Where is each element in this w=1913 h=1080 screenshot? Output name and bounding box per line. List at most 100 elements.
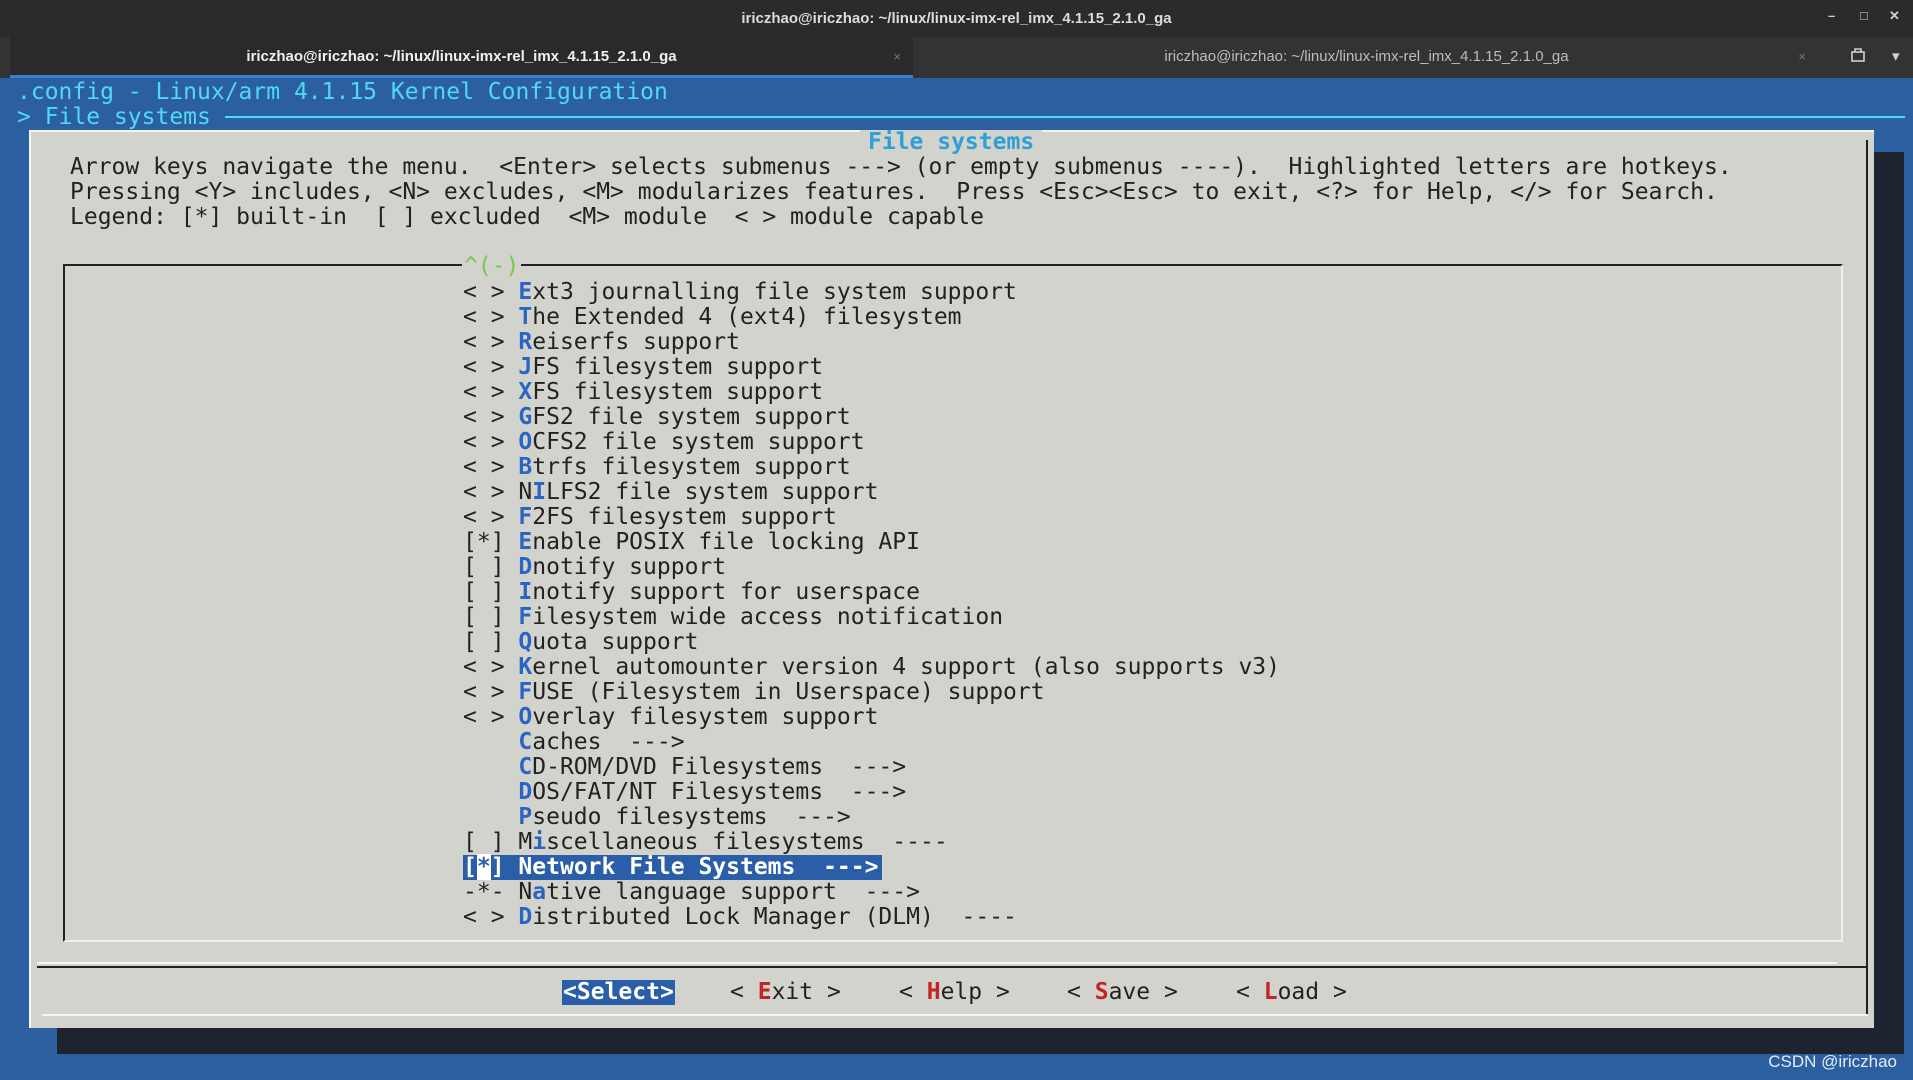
menu-item-hotkey: Q (518, 629, 533, 655)
minimize-icon[interactable]: – (1828, 8, 1835, 23)
menu-item-text: N (518, 479, 533, 505)
menu-item[interactable]: < > NILFS2 file system support (463, 480, 878, 505)
menu-item-prefix: < > (463, 904, 519, 930)
menu-item-hotkey: G (518, 404, 533, 430)
menu-item-hotkey: O (518, 704, 533, 730)
select-button[interactable]: <Select> (562, 980, 675, 1005)
menu-item-hotkey: R (518, 329, 533, 355)
menu-item-text: N (518, 879, 533, 905)
dialog-bottom-edge (42, 1014, 1868, 1016)
menu-item[interactable]: < > Btrfs filesystem support (463, 455, 851, 480)
menu-item-hotkey: E (518, 279, 533, 305)
menu-item-prefix: < > (463, 354, 519, 380)
dialog-border (1866, 140, 1868, 1016)
button-close: > (1319, 979, 1347, 1005)
menu-item-label: seudo filesystems ---> (532, 804, 851, 830)
menu-item-prefix: < > (463, 454, 519, 480)
menu-item-hotkey: X (518, 379, 533, 405)
menu-item[interactable]: [ ] Quota support (463, 630, 698, 655)
text-cursor: * (476, 854, 491, 880)
tab-terminal-1[interactable]: iriczhao@iriczhao: ~/linux/linux-imx-rel… (10, 37, 913, 78)
help-button[interactable]: < Help > (899, 980, 1010, 1005)
button-open: < (899, 979, 927, 1005)
exit-button[interactable]: < Exit > (730, 980, 841, 1005)
save-button[interactable]: < Save > (1067, 980, 1178, 1005)
menu-item-label: ilesystem wide access notification (532, 604, 1004, 630)
menu-item-label: LFS2 file system support (546, 479, 879, 505)
button-hk: H (926, 979, 941, 1005)
menu-item[interactable]: < > Overlay filesystem support (463, 705, 878, 730)
menu-item[interactable]: -*- Native language support ---> (463, 880, 920, 905)
tab-bar: iriczhao@iriczhao: ~/linux/linux-imx-rel… (0, 37, 1913, 78)
breadcrumb: > File systems (17, 104, 211, 130)
button-close: > (982, 979, 1010, 1005)
menu-item[interactable]: [*] Enable POSIX file locking API (463, 530, 920, 555)
maximize-icon[interactable]: □ (1860, 8, 1868, 23)
menu-item[interactable]: < > Ext3 journalling file system support (463, 280, 1017, 305)
new-tab-icon[interactable] (1850, 47, 1866, 67)
menu-item[interactable]: < > JFS filesystem support (463, 355, 823, 380)
menu-item-label: verlay filesystem support (532, 704, 879, 730)
tab-close-icon[interactable]: × (1798, 49, 1806, 64)
menu-item[interactable]: Pseudo filesystems ---> (463, 804, 851, 830)
menu-item-prefix: ] (490, 854, 519, 880)
menu-item-prefix (463, 729, 518, 755)
menu-item[interactable]: CD-ROM/DVD Filesystems ---> (463, 755, 906, 780)
menu-item-label: eiserfs support (532, 329, 740, 355)
menu-item-prefix: < > (463, 279, 519, 305)
tab-menu-icon[interactable]: ▾ (1892, 47, 1900, 65)
menu-item-prefix: [*] (463, 854, 518, 880)
menu-item-prefix: < > (463, 379, 519, 405)
menu-item-hotkey: T (518, 304, 533, 330)
close-icon[interactable]: ✕ (1889, 8, 1900, 24)
button-close: > (1150, 979, 1178, 1005)
menu-item[interactable]: Caches ---> (463, 729, 684, 755)
menu-item[interactable]: < > Reiserfs support (463, 330, 740, 355)
menu-item-hotkey: I (532, 479, 547, 505)
config-header: .config - Linux/arm 4.1.15 Kernel Config… (17, 79, 668, 105)
menu-item-prefix: < > (463, 654, 519, 680)
menu-item-hotkey: O (518, 429, 533, 455)
menu-item-hotkey: D (518, 904, 533, 930)
menu-item-label: istributed Lock Manager (DLM) ---- (532, 904, 1017, 930)
scroll-indicator[interactable]: ^(-) (462, 254, 522, 279)
menu-item[interactable]: < > FUSE (Filesystem in Userspace) suppo… (463, 680, 1045, 705)
menu-item[interactable]: < > The Extended 4 (ext4) filesystem (463, 305, 962, 330)
breadcrumb-rule (225, 116, 1905, 118)
menu-item-label: notify support (532, 554, 727, 580)
menu-item[interactable]: < > Kernel automounter version 4 support… (463, 655, 1280, 680)
menu-item[interactable]: < > XFS filesystem support (463, 380, 823, 405)
menu-item[interactable]: < > GFS2 file system support (463, 405, 851, 430)
menu-item-label: USE (Filesystem in Userspace) support (532, 679, 1045, 705)
menu-item[interactable]: [ ] Miscellaneous filesystems ---- (463, 830, 948, 855)
menu-item[interactable]: < > Distributed Lock Manager (DLM) ---- (463, 905, 1017, 930)
menu-item-label: notify support for userspace (532, 579, 920, 605)
menu-item-hotkey: F (518, 604, 533, 630)
menu-item-hotkey: i (532, 829, 547, 855)
menu-item-prefix: -*- (463, 879, 519, 905)
menu-item-label: he Extended 4 (ext4) filesystem (532, 304, 962, 330)
menu-item[interactable]: < > F2FS filesystem support (463, 505, 837, 530)
menu-item-prefix: [ ] (463, 629, 519, 655)
button-hk: E (757, 979, 772, 1005)
menu-item[interactable]: [ ] Dnotify support (463, 555, 726, 580)
menu-item-selected[interactable]: [*] Network File Systems ---> (463, 854, 883, 880)
menu-item-prefix: < > (463, 329, 519, 355)
button-rest: elect (590, 979, 660, 1005)
menu-item[interactable]: < > OCFS2 file system support (463, 430, 865, 455)
load-button[interactable]: < Load > (1236, 980, 1347, 1005)
watermark: CSDN @iriczhao (1768, 1052, 1897, 1071)
menu-item-prefix: < > (463, 504, 519, 530)
menu-item-prefix (463, 779, 518, 805)
menu-item-prefix: [ (463, 854, 477, 880)
menu-item-prefix: [ ] (463, 579, 519, 605)
tab-close-icon[interactable]: × (893, 49, 901, 64)
menu-item[interactable]: [ ] Inotify support for userspace (463, 580, 920, 605)
menu-item[interactable]: DOS/FAT/NT Filesystems ---> (463, 780, 906, 805)
button-open: < (1236, 979, 1264, 1005)
tab-terminal-2[interactable]: iriczhao@iriczhao: ~/linux/linux-imx-rel… (915, 37, 1818, 78)
button-open: < (730, 979, 758, 1005)
menu-item[interactable]: [ ] Filesystem wide access notification (463, 605, 1003, 630)
menu-item-label: OS/FAT/NT Filesystems ---> (532, 779, 907, 805)
menu-item-hotkey: N (518, 854, 533, 880)
